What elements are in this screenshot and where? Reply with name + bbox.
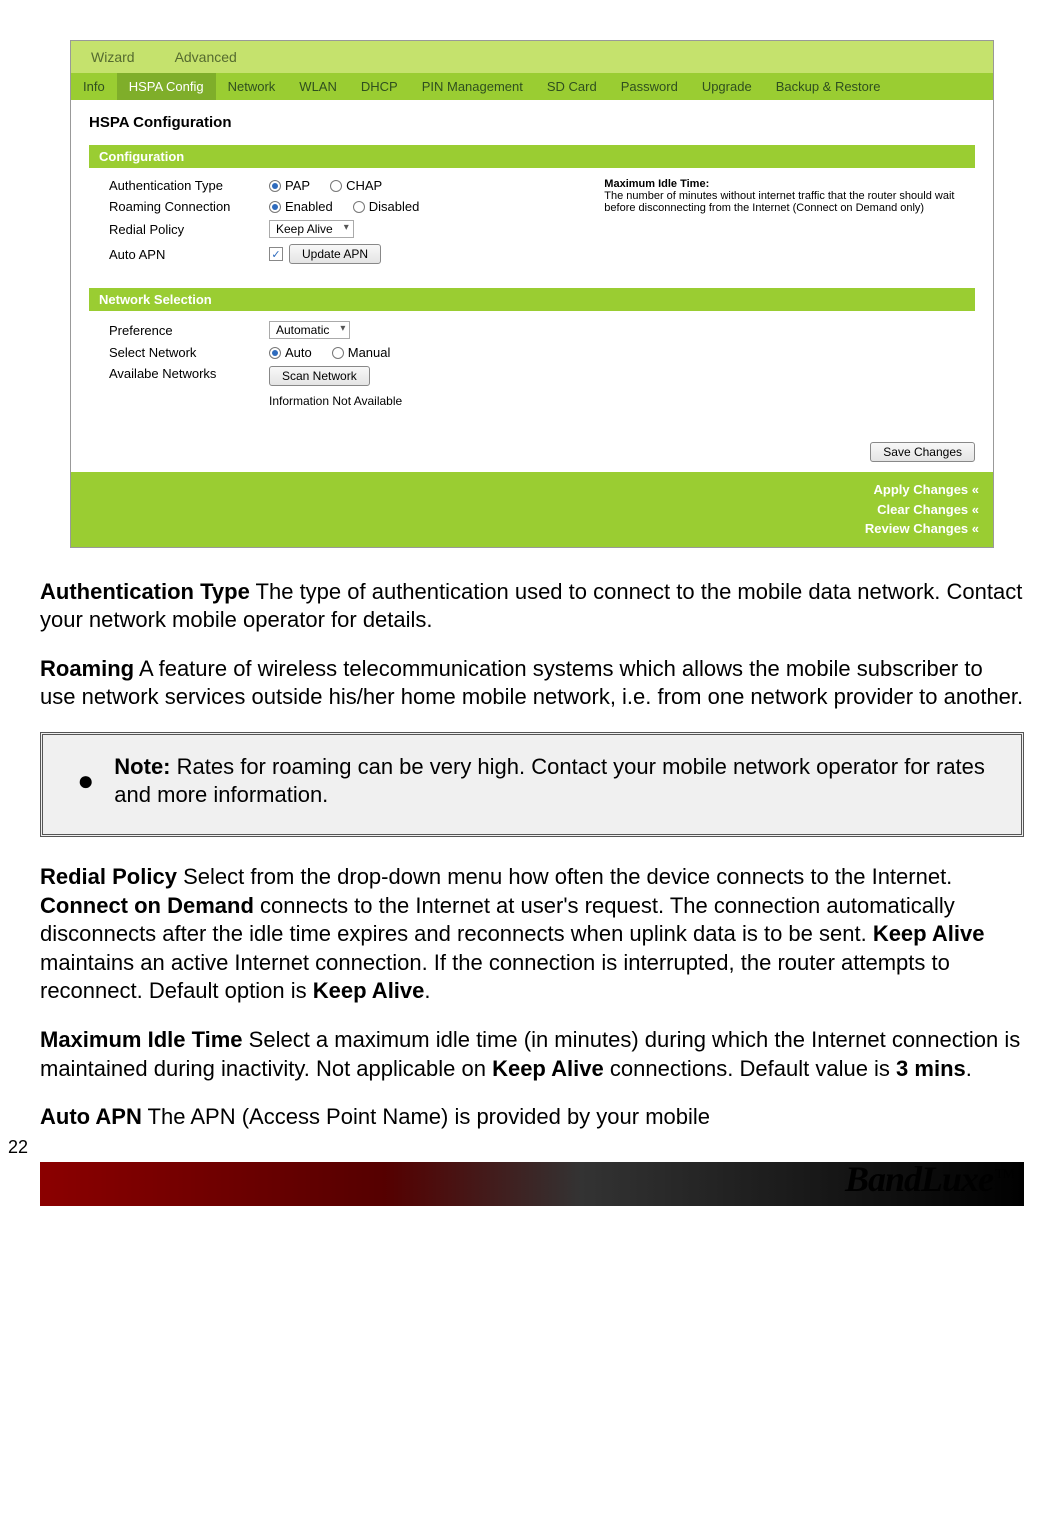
- note-label: Note:: [114, 754, 170, 779]
- footer-bar: BandLuxeTM: [40, 1162, 1024, 1206]
- subtab-hspa-config[interactable]: HSPA Config: [117, 73, 216, 100]
- max-idle-time-title: Maximum Idle Time:: [604, 178, 955, 190]
- top-tab-bar: Wizard Advanced: [71, 41, 993, 73]
- doc-p-roaming: Roaming A feature of wireless telecommun…: [40, 655, 1024, 712]
- subtab-wlan[interactable]: WLAN: [287, 73, 349, 100]
- subtab-password[interactable]: Password: [609, 73, 690, 100]
- auth-type-label: Authentication Type: [109, 178, 269, 193]
- select-network-auto-label: Auto: [285, 345, 312, 360]
- redial-policy-label: Redial Policy: [109, 222, 269, 237]
- page-title: HSPA Configuration: [89, 114, 975, 131]
- auth-chap-radio[interactable]: CHAP: [330, 178, 382, 193]
- page-number: 22: [8, 1137, 28, 1158]
- doc-p-auth-type: Authentication Type The type of authenti…: [40, 578, 1024, 635]
- roaming-disabled-label: Disabled: [369, 199, 420, 214]
- review-changes-link[interactable]: Review Changes «: [85, 519, 979, 539]
- select-network-manual-label: Manual: [348, 345, 391, 360]
- section-network-selection-header: Network Selection: [89, 288, 975, 311]
- preference-label: Preference: [109, 323, 269, 338]
- select-network-label: Select Network: [109, 345, 269, 360]
- scan-network-button[interactable]: Scan Network: [269, 366, 370, 386]
- auth-chap-label: CHAP: [346, 178, 382, 193]
- preference-select[interactable]: Automatic: [269, 321, 350, 339]
- doc-p-max-idle-time: Maximum Idle Time Select a maximum idle …: [40, 1026, 1024, 1083]
- subtab-upgrade[interactable]: Upgrade: [690, 73, 764, 100]
- update-apn-button[interactable]: Update APN: [289, 244, 381, 264]
- auth-pap-label: PAP: [285, 178, 310, 193]
- doc-p-auto-apn: Auto APN The APN (Access Point Name) is …: [40, 1103, 1024, 1132]
- brand-logo: BandLuxeTM: [845, 1158, 1014, 1200]
- section-configuration: Authentication Type PAP CHAP Roaming Con…: [89, 168, 975, 288]
- redial-policy-select[interactable]: Keep Alive: [269, 220, 354, 238]
- tab-wizard[interactable]: Wizard: [71, 41, 155, 73]
- roaming-label: Roaming Connection: [109, 199, 269, 214]
- subtab-dhcp[interactable]: DHCP: [349, 73, 410, 100]
- apply-changes-link[interactable]: Apply Changes «: [85, 480, 979, 500]
- auto-apn-label: Auto APN: [109, 247, 269, 262]
- subtab-network[interactable]: Network: [216, 73, 288, 100]
- max-idle-time-help: Maximum Idle Time: The number of minutes…: [574, 178, 955, 270]
- doc-p-redial-policy: Redial Policy Select from the drop-down …: [40, 863, 1024, 1006]
- subtab-sd-card[interactable]: SD Card: [535, 73, 609, 100]
- max-idle-time-text: The number of minutes without internet t…: [604, 190, 955, 214]
- info-not-available: Information Not Available: [269, 394, 402, 408]
- bullet-icon: ●: [57, 767, 114, 795]
- select-network-manual-radio[interactable]: Manual: [332, 345, 391, 360]
- doc-auth-type-term: Authentication Type: [40, 579, 250, 604]
- subtab-info[interactable]: Info: [71, 73, 117, 100]
- clear-changes-link[interactable]: Clear Changes «: [85, 500, 979, 520]
- roaming-enabled-radio[interactable]: Enabled: [269, 199, 333, 214]
- note-box: ● Note: Rates for roaming can be very hi…: [40, 732, 1024, 837]
- doc-roaming-term: Roaming: [40, 656, 134, 681]
- tab-advanced[interactable]: Advanced: [155, 41, 257, 73]
- available-networks-label: Availabe Networks: [109, 366, 269, 381]
- save-changes-button[interactable]: Save Changes: [870, 442, 975, 462]
- roaming-disabled-radio[interactable]: Disabled: [353, 199, 420, 214]
- section-configuration-header: Configuration: [89, 145, 975, 168]
- subtab-backup-restore[interactable]: Backup & Restore: [764, 73, 893, 100]
- auth-pap-radio[interactable]: PAP: [269, 178, 310, 193]
- subtab-pin-management[interactable]: PIN Management: [410, 73, 535, 100]
- roaming-enabled-label: Enabled: [285, 199, 333, 214]
- section-network-selection: Preference Automatic Select Network Auto…: [89, 311, 975, 424]
- footer-links-bar: Apply Changes « Clear Changes « Review C…: [71, 472, 993, 547]
- select-network-auto-radio[interactable]: Auto: [269, 345, 312, 360]
- screenshot-panel: Wizard Advanced Info HSPA Config Network…: [70, 40, 994, 548]
- auto-apn-checkbox[interactable]: ✓: [269, 247, 283, 261]
- sub-tab-bar: Info HSPA Config Network WLAN DHCP PIN M…: [71, 73, 993, 100]
